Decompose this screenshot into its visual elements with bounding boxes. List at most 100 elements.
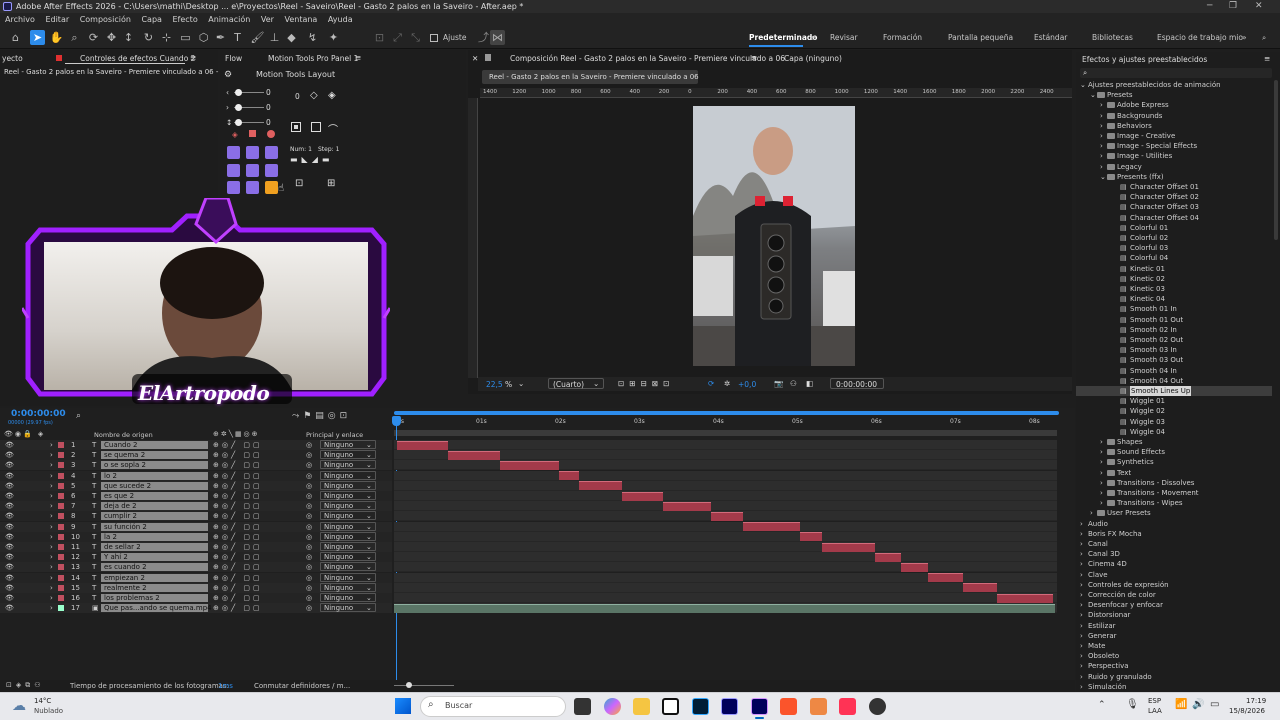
lang-line2[interactable]: LAA: [1148, 707, 1162, 715]
text-layer-bar[interactable]: [397, 440, 449, 450]
chevron-right-icon[interactable]: ›: [1100, 162, 1103, 172]
snap-toggle-icon[interactable]: ⋈: [490, 30, 505, 45]
axis2-icon[interactable]: ⤡: [408, 30, 423, 45]
composition-menu-icon[interactable]: ≡: [751, 53, 757, 62]
chevron-right-icon[interactable]: ›: [1100, 131, 1103, 141]
preset-item[interactable]: › Controles de expresión: [1076, 580, 1272, 590]
preset-item[interactable]: ⌄ Ajustes preestablecidos de animación: [1076, 80, 1272, 90]
visibility-eye-icon[interactable]: 👁: [5, 522, 14, 532]
expand-arrow-icon[interactable]: ›: [50, 542, 53, 552]
effect-controls-menu-icon[interactable]: ≡: [190, 53, 196, 62]
menu-ventana[interactable]: Ventana: [284, 15, 317, 24]
layer-switch-icons[interactable]: ⊕◎╱ ▢▢: [213, 522, 263, 532]
bounds-icon[interactable]: ⊡: [295, 178, 303, 189]
slider-3[interactable]: [234, 119, 264, 126]
preset-item[interactable]: › Sound Effects: [1076, 447, 1272, 457]
zoom-slider[interactable]: [394, 682, 454, 688]
visibility-eye-icon[interactable]: 👁: [5, 511, 14, 521]
label-color-swatch[interactable]: [58, 574, 64, 581]
parent-pickwhip-icon[interactable]: ◎: [306, 522, 312, 532]
text-layer-bar[interactable]: [578, 481, 623, 491]
start-button[interactable]: [395, 698, 411, 714]
show-snapshot-icon[interactable]: ⚇: [790, 379, 797, 388]
layer-name[interactable]: que sucede 2: [104, 481, 151, 491]
layer-name[interactable]: cumplir 2: [104, 511, 137, 521]
label-color-swatch[interactable]: [58, 584, 64, 591]
slider-1-value[interactable]: 0: [266, 88, 271, 97]
expand-arrow-icon[interactable]: ›: [50, 481, 53, 491]
slider-4-value[interactable]: 0: [295, 92, 300, 101]
text-layer-bar[interactable]: [448, 450, 500, 460]
parent-pickwhip-icon[interactable]: ◎: [306, 460, 312, 470]
visibility-eye-icon[interactable]: 👁: [5, 501, 14, 511]
label-color-swatch[interactable]: [58, 462, 64, 469]
layer-name[interactable]: de sellar 2: [104, 542, 141, 552]
presets-scrollbar[interactable]: [1274, 80, 1278, 240]
preset-item[interactable]: ▤ Kinetic 04: [1076, 294, 1272, 304]
preset-item[interactable]: ▤ Smooth 04 In: [1076, 366, 1272, 376]
chevron-right-icon[interactable]: ›: [1100, 141, 1103, 151]
chevron-right-icon[interactable]: ›: [1080, 672, 1083, 682]
chevron-right-icon[interactable]: ›: [1080, 580, 1083, 590]
chevron-right-icon[interactable]: ›: [1080, 621, 1083, 631]
expand-arrow-icon[interactable]: ›: [50, 603, 53, 613]
photoshop-icon[interactable]: [692, 698, 709, 715]
text-layer-bar[interactable]: [622, 491, 664, 501]
solid-square-icon[interactable]: [291, 122, 301, 132]
visibility-eye-icon[interactable]: 👁: [5, 460, 14, 470]
layer-row[interactable]: 👁 › 11 Tde sellar 2 ⊕◎╱ ▢▢ ◎ Ninguno ⌄: [0, 542, 392, 552]
expand-arrow-icon[interactable]: ›: [50, 532, 53, 542]
menu-editar[interactable]: Editar: [45, 15, 69, 24]
preset-item[interactable]: › Generar: [1076, 631, 1272, 641]
align-tl-button[interactable]: [227, 146, 240, 159]
settings-icon[interactable]: ⚙: [224, 70, 232, 80]
layer-switch-icons[interactable]: ⊕◎╱ ▢▢: [213, 532, 263, 542]
parent-pickwhip-icon[interactable]: ◎: [306, 542, 312, 552]
workspace-pantalla-pequena[interactable]: Pantalla pequeña: [948, 33, 1013, 42]
expand-arrow-icon[interactable]: ›: [50, 450, 53, 460]
search-help-icon[interactable]: ⌕: [1262, 33, 1266, 43]
preset-item[interactable]: › Image - Special Effects: [1076, 141, 1272, 151]
parent-pickwhip-icon[interactable]: ◎: [306, 511, 312, 521]
work-area-bar[interactable]: [394, 411, 1059, 415]
preset-item[interactable]: › Shapes: [1076, 437, 1272, 447]
type-tool-icon[interactable]: T: [230, 30, 245, 45]
preset-item[interactable]: › Canal: [1076, 539, 1272, 549]
text-layer-bar[interactable]: [663, 501, 712, 511]
premiere-icon[interactable]: [721, 698, 738, 715]
layer-name[interactable]: Cuando 2: [104, 440, 137, 450]
comp-breadcrumb[interactable]: Reel - Gasto 2 palos en la Saveiro - Pre…: [489, 73, 699, 81]
chevron-right-icon[interactable]: ›: [1100, 151, 1103, 161]
dolly-tool-icon[interactable]: ↕: [121, 30, 136, 45]
workspace-bibliotecas[interactable]: Bibliotecas: [1092, 33, 1133, 42]
text-layer-bar[interactable]: [558, 471, 579, 481]
chevron-right-icon[interactable]: ›: [1100, 457, 1103, 467]
layer-row[interactable]: 👁 › 16 Tlos problemas 2 ⊕◎╱ ▢▢ ◎ Ninguno ⌄: [0, 593, 392, 603]
color-manage-icon[interactable]: ⟳: [708, 379, 714, 388]
preset-item[interactable]: ▤ Kinetic 01: [1076, 264, 1272, 274]
preset-item[interactable]: › Estilizar: [1076, 621, 1272, 631]
lang-line1[interactable]: ESP: [1148, 697, 1161, 705]
hand-tool-icon[interactable]: ✋: [49, 30, 64, 45]
layer-name[interactable]: su función 2: [104, 522, 147, 532]
search-box[interactable]: [420, 696, 566, 717]
preset-item[interactable]: ▤ Colorful 03: [1076, 243, 1272, 253]
workspace-predeterminado[interactable]: Predeterminado: [749, 33, 817, 42]
expand-arrow-icon[interactable]: ›: [50, 440, 53, 450]
parent-pickwhip-icon[interactable]: ◎: [306, 481, 312, 491]
parent-pickwhip-icon[interactable]: ◎: [306, 532, 312, 542]
layer-name[interactable]: los problemas 2: [104, 593, 160, 603]
chevron-right-icon[interactable]: ›: [1100, 488, 1103, 498]
layer-switch-icons[interactable]: ⊕◎╱ ▢▢: [213, 603, 263, 613]
anchor-tool-icon[interactable]: ⊹: [159, 30, 174, 45]
arrow-updown-icon[interactable]: ↕: [226, 118, 232, 127]
rotate-tool-icon[interactable]: ↻: [141, 30, 156, 45]
brave-beta-icon[interactable]: [839, 698, 856, 715]
view-options-icons[interactable]: ⊡⊞⊟⊠⊡: [618, 379, 674, 388]
chevron-right-icon[interactable]: ›: [1080, 631, 1083, 641]
preset-item[interactable]: › User Presets: [1076, 508, 1272, 518]
expand-arrow-icon[interactable]: ›: [50, 491, 53, 501]
timeline-nav-bar[interactable]: [394, 430, 1057, 436]
chevron-right-icon[interactable]: ›: [1080, 651, 1083, 661]
layer-switch-icons[interactable]: ⊕◎╱ ▢▢: [213, 573, 263, 583]
